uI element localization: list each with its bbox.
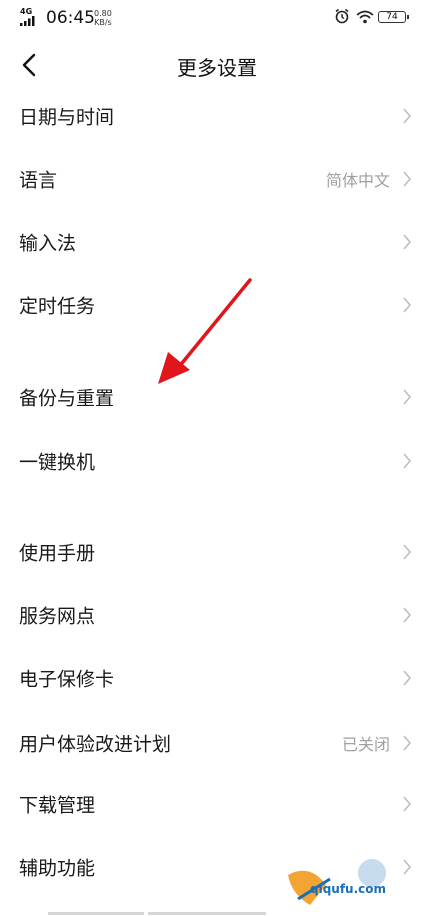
settings-row-label: 下载管理 <box>19 794 96 817</box>
settings-row-label: 辅助功能 <box>19 857 96 880</box>
settings-row[interactable]: 日期与时间 <box>0 85 434 147</box>
chevron-right-icon <box>403 234 412 250</box>
chevron-right-icon <box>403 297 412 313</box>
settings-row-label: 定时任务 <box>19 295 96 318</box>
chevron-right-icon <box>403 453 412 469</box>
settings-row[interactable]: 下载管理 <box>0 773 434 835</box>
battery-indicator: 74 <box>378 11 409 23</box>
chevron-right-icon <box>403 796 412 812</box>
settings-row-label: 使用手册 <box>19 542 96 565</box>
clock: 06:45 <box>46 8 95 28</box>
settings-row[interactable]: 定时任务 <box>0 274 434 336</box>
network-speed: 0.80 KB/s <box>94 9 112 27</box>
settings-row-label: 日期与时间 <box>19 106 115 129</box>
settings-row[interactable]: 用户体验改进计划 已关闭 <box>0 712 434 774</box>
chevron-right-icon <box>403 171 412 187</box>
chevron-right-icon <box>403 735 412 751</box>
signal-icon <box>20 16 35 26</box>
settings-row[interactable]: 电子保修卡 <box>0 647 434 709</box>
chevron-right-icon <box>403 544 412 560</box>
settings-row-value: 已关闭 <box>341 735 390 754</box>
network-type: 4G <box>20 7 33 16</box>
settings-row-label: 语言 <box>19 169 58 192</box>
watermark-text: qiqufu.com <box>310 882 387 896</box>
chevron-right-icon <box>403 108 412 124</box>
chevron-right-icon <box>403 389 412 405</box>
settings-row-label: 用户体验改进计划 <box>19 733 172 756</box>
network-speed-value: 0.80 <box>94 9 112 18</box>
settings-row-label: 服务网点 <box>19 605 96 628</box>
settings-row[interactable]: 使用手册 <box>0 521 434 583</box>
status-bar: 4G 06:45 0.80 KB/s 74 <box>0 0 434 36</box>
settings-row-label: 输入法 <box>19 232 77 255</box>
settings-row-label: 电子保修卡 <box>19 668 115 691</box>
chevron-right-icon <box>403 607 412 623</box>
settings-row[interactable]: 输入法 <box>0 211 434 273</box>
alarm-icon <box>335 8 349 24</box>
page-title: 更多设置 <box>177 56 257 80</box>
settings-row[interactable]: 一键换机 <box>0 430 434 492</box>
settings-row[interactable]: 服务网点 <box>0 584 434 646</box>
settings-row-label: 一键换机 <box>19 451 96 474</box>
network-speed-unit: KB/s <box>94 18 112 27</box>
chevron-right-icon <box>403 670 412 686</box>
settings-row-value: 简体中文 <box>325 171 390 190</box>
settings-row[interactable]: 语言 简体中文 <box>0 148 434 210</box>
bottom-edge <box>48 912 266 915</box>
wifi-icon <box>356 10 374 24</box>
settings-row[interactable]: 备份与重置 <box>0 366 434 428</box>
settings-row-label: 备份与重置 <box>19 387 115 410</box>
